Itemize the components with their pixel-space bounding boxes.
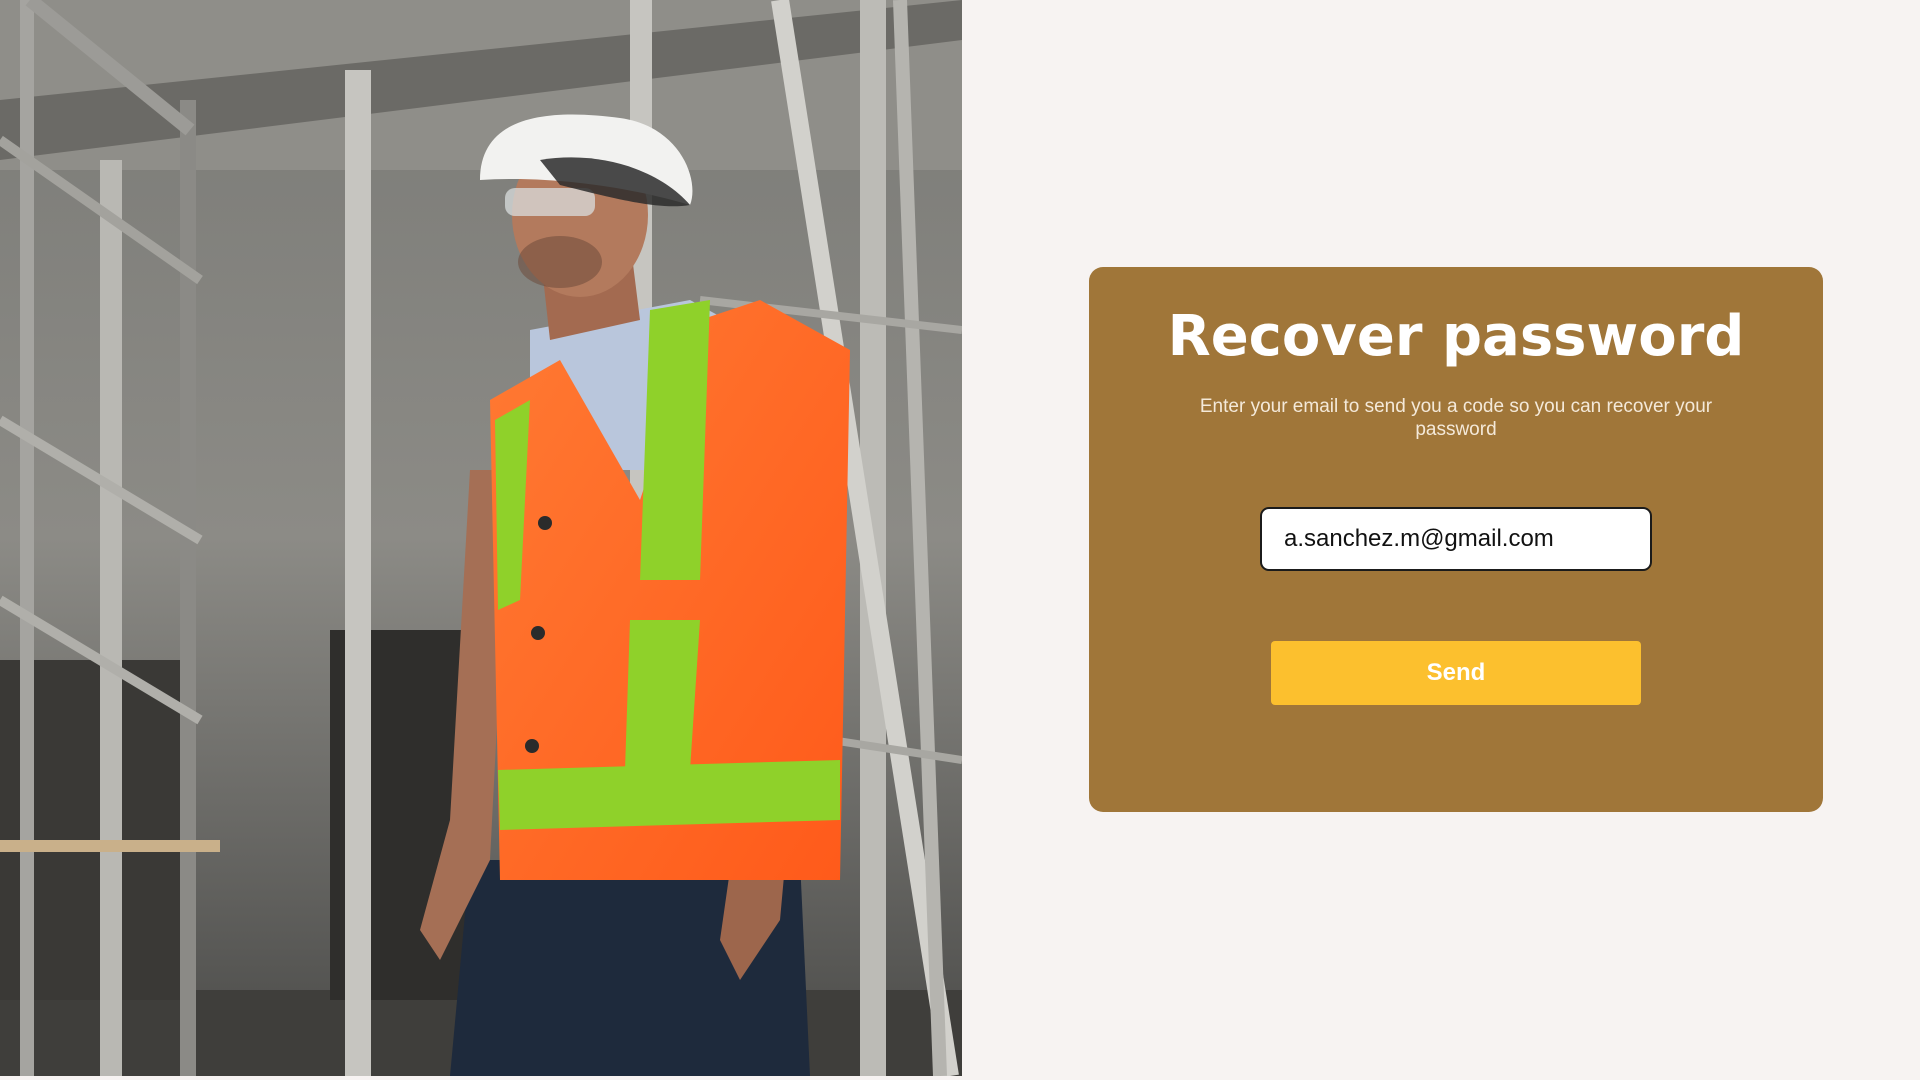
email-input[interactable] <box>1260 507 1652 571</box>
hero-image <box>0 0 962 1076</box>
send-button[interactable]: Send <box>1271 641 1641 705</box>
recover-password-subtitle: Enter your email to send you a code so y… <box>1199 396 1713 440</box>
recover-password-card: Recover password Enter your email to sen… <box>1089 267 1823 812</box>
construction-worker-photo <box>0 0 962 1076</box>
recover-password-title: Recover password <box>1167 304 1745 369</box>
title-wrapper: Recover password <box>1089 303 1823 370</box>
recover-password-page: Recover password Enter your email to sen… <box>0 0 1920 1080</box>
